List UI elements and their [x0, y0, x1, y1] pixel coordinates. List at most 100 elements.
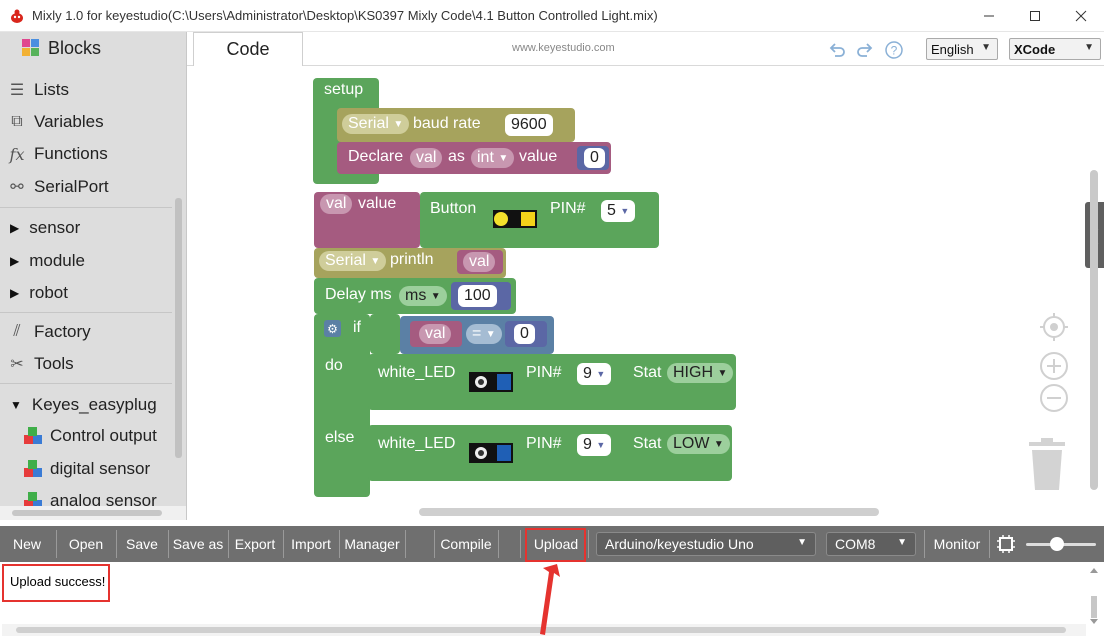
sidebar-item-tools[interactable]: ✂ Tools: [0, 350, 172, 378]
zoom-out-icon[interactable]: [1039, 383, 1069, 413]
save-as-button[interactable]: Save as: [170, 526, 226, 562]
pin-label: PIN#: [526, 364, 562, 381]
compare-var-field[interactable]: val: [419, 324, 452, 344]
export-button[interactable]: Export: [230, 526, 280, 562]
scrollbar-thumb[interactable]: [175, 198, 182, 458]
close-button[interactable]: [1058, 0, 1104, 32]
ide-select[interactable]: XCode ▼: [1009, 38, 1101, 60]
type-value: int: [477, 149, 494, 166]
led-pin-field[interactable]: 9 ▼: [577, 434, 612, 456]
stat-value: LOW: [673, 435, 710, 452]
board-select[interactable]: Arduino/keyestudio Uno ▼: [596, 532, 816, 556]
operator-dropdown[interactable]: = ▼: [466, 324, 502, 344]
new-button[interactable]: New: [0, 526, 54, 562]
baud-rate-label: baud rate: [413, 115, 481, 132]
workspace-horizontal-scrollbar[interactable]: [419, 508, 879, 516]
sidebar-item-variables[interactable]: ⧉ Variables: [0, 108, 172, 136]
stat-value: HIGH: [673, 364, 713, 381]
assign-var-field[interactable]: val: [320, 194, 353, 214]
open-button[interactable]: Open: [58, 526, 114, 562]
sidebar-item-module[interactable]: ▶ module: [0, 247, 172, 275]
sidebar-divider: [0, 383, 172, 384]
maximize-button[interactable]: [1012, 0, 1058, 32]
sidebar-item-label: SerialPort: [34, 177, 109, 196]
triangle-right-icon: ▶: [10, 286, 20, 300]
mixly-logo-icon: [11, 9, 23, 23]
help-icon[interactable]: ?: [884, 40, 904, 60]
sidebar-item-label: Lists: [34, 80, 69, 99]
variables-icon: ⧉: [11, 113, 23, 130]
sidebar-item-label: Tools: [34, 354, 74, 373]
pin-label: PIN#: [526, 435, 562, 452]
if-header-fill: [370, 314, 400, 354]
chevron-down-icon: ▼: [596, 440, 606, 450]
chip-icon[interactable]: [996, 534, 1016, 554]
scrollbar-thumb[interactable]: [12, 510, 162, 516]
baud-rate-field[interactable]: 9600: [505, 114, 553, 136]
compare-value-field[interactable]: 0: [514, 324, 535, 344]
if-else-block[interactable]: [314, 314, 370, 497]
serial-dropdown[interactable]: Serial ▼: [319, 251, 387, 271]
sidebar-item-serialport[interactable]: ⚯ SerialPort: [0, 173, 172, 201]
maximize-icon: [1030, 11, 1040, 21]
zoom-slider-handle[interactable]: [1050, 537, 1064, 551]
init-value-field[interactable]: 0: [584, 148, 605, 168]
recenter-icon[interactable]: [1039, 312, 1069, 342]
sidebar-item-sensor[interactable]: ▶ sensor: [0, 214, 172, 242]
toolbar-divider: [989, 530, 990, 558]
serial-dropdown[interactable]: Serial ▼: [342, 114, 410, 134]
sidebar-item-digital-sensor[interactable]: digital sensor: [0, 455, 172, 483]
pin-value: 9: [583, 436, 592, 453]
zoom-in-icon[interactable]: [1039, 351, 1069, 381]
close-icon: [1075, 10, 1087, 22]
stat-dropdown[interactable]: LOW ▼: [667, 434, 730, 454]
import-button[interactable]: Import: [285, 526, 337, 562]
sidebar-item-label: Functions: [34, 144, 108, 163]
button-label: Button: [430, 200, 477, 217]
toolbar-divider: [520, 530, 521, 558]
led-module-image: [469, 372, 513, 392]
stat-dropdown[interactable]: HIGH ▼: [667, 363, 734, 383]
type-dropdown[interactable]: int ▼: [471, 148, 515, 168]
trash-icon[interactable]: [1028, 438, 1066, 490]
redo-icon[interactable]: [855, 40, 875, 60]
annotation-arrow-icon: [540, 564, 560, 635]
pin-label: PIN#: [550, 200, 586, 217]
compile-button[interactable]: Compile: [436, 526, 496, 562]
minimize-icon: [984, 15, 994, 17]
button-pin-field[interactable]: 5 ▼: [601, 200, 636, 222]
save-button[interactable]: Save: [118, 526, 166, 562]
sidebar-horizontal-scrollbar[interactable]: [0, 506, 186, 520]
undo-icon[interactable]: [827, 40, 847, 60]
monitor-button[interactable]: Monitor: [926, 526, 988, 562]
sidebar-item-functions[interactable]: fx Functions: [0, 140, 172, 168]
delay-value-field[interactable]: 100: [458, 285, 497, 307]
toolbar-divider: [924, 530, 925, 558]
language-select[interactable]: English ▼: [926, 38, 998, 60]
sidebar-item-label: Keyes_easyplug: [31, 395, 157, 414]
toolbar-divider: [434, 530, 435, 558]
sidebar-item-control-output[interactable]: Control output: [0, 422, 172, 450]
declare-var-field[interactable]: val: [410, 148, 443, 168]
sidebar-item-robot[interactable]: ▶ robot: [0, 279, 172, 307]
port-select[interactable]: COM8 ▼: [826, 532, 916, 556]
toolbar-divider: [116, 530, 117, 558]
println-var-field[interactable]: val: [463, 252, 496, 272]
minimize-button[interactable]: [966, 0, 1012, 32]
workspace-vertical-scrollbar[interactable]: [1090, 170, 1098, 490]
led-pin-field[interactable]: 9 ▼: [577, 363, 612, 385]
console-vertical-scrollbar[interactable]: [1088, 566, 1100, 626]
block-workspace[interactable]: setup Serial ▼ baud rate 9600 Declare va…: [187, 66, 1104, 520]
sidebar-item-lists[interactable]: ☰ Lists: [0, 76, 172, 104]
manager-button[interactable]: Manager: [341, 526, 403, 562]
chevron-down-icon: ▼: [393, 118, 404, 130]
delay-unit-dropdown[interactable]: ms ▼: [399, 286, 447, 306]
sidebar-header-label: Blocks: [48, 37, 102, 58]
serialport-icon: ⚯: [10, 179, 24, 196]
sidebar-scrollbar[interactable]: [174, 68, 183, 486]
tab-code[interactable]: Code: [193, 32, 303, 66]
sidebar-item-factory[interactable]: ⫽ Factory: [0, 318, 172, 346]
gear-icon[interactable]: ⚙: [324, 320, 341, 337]
sidebar-header-blocks[interactable]: Blocks: [0, 34, 172, 62]
sidebar-item-keyes-easyplug[interactable]: ▼ Keyes_easyplug: [0, 391, 172, 419]
